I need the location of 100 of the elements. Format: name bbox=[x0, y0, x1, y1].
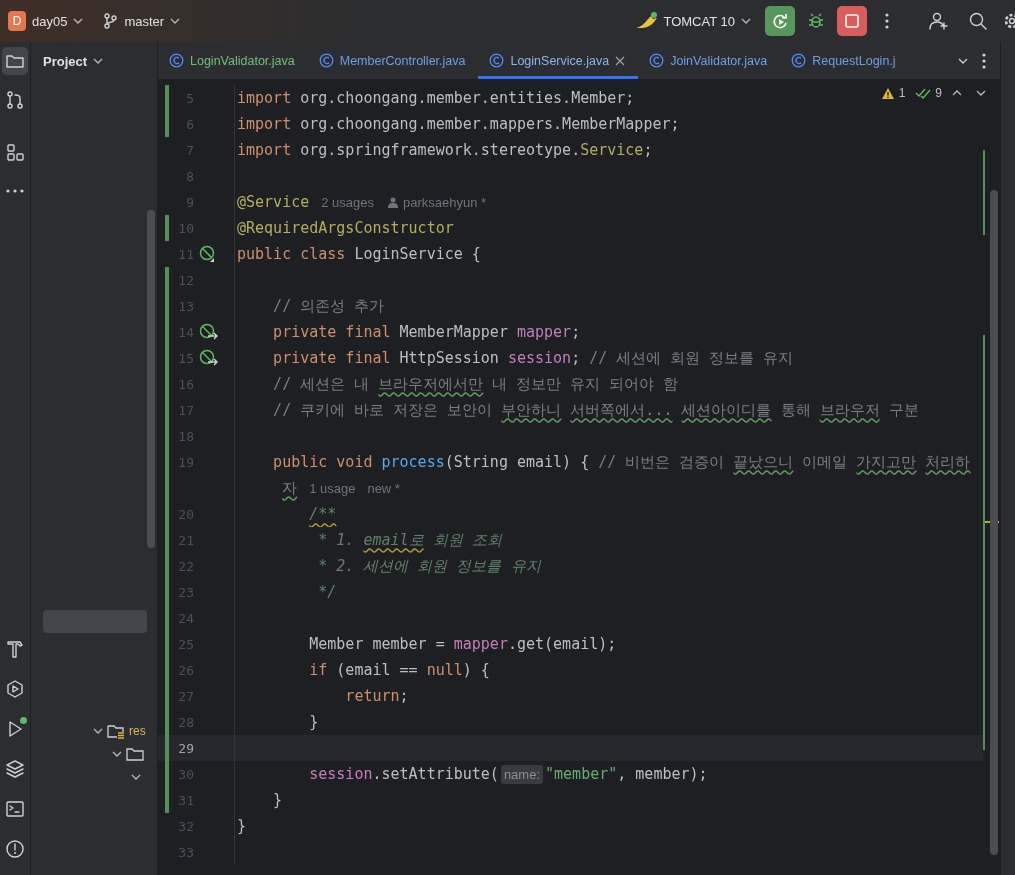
class-icon bbox=[489, 53, 505, 68]
panel-title[interactable]: Project bbox=[43, 53, 88, 69]
author-hint[interactable]: parksaehyun * bbox=[403, 194, 487, 210]
code-line: private final MemberMapper mapper; bbox=[273, 323, 581, 341]
change-marker[interactable] bbox=[165, 397, 169, 423]
run-configuration[interactable]: TOMCAT 10 bbox=[663, 13, 735, 29]
scrollbar-thumb[interactable] bbox=[990, 190, 998, 855]
weak-warning-count[interactable]: 9 bbox=[935, 86, 942, 100]
check-icon[interactable] bbox=[915, 87, 932, 99]
chevron-icon[interactable] bbox=[93, 727, 103, 734]
editor-tab[interactable]: RequestLogin.j bbox=[780, 42, 909, 79]
scrollbar-thumb[interactable] bbox=[147, 210, 155, 548]
code-line: 자 bbox=[282, 478, 298, 498]
branch-name[interactable]: master bbox=[124, 13, 165, 29]
change-marker[interactable] bbox=[165, 579, 169, 605]
code-line: public void process(String email) { // 비번은 검증이 끝났으니 이메일 가지고만 처리하 bbox=[273, 452, 971, 472]
editor-tab[interactable]: LoginService.java bbox=[478, 42, 639, 79]
inlay-hint[interactable]: 2 usages bbox=[321, 194, 374, 210]
rerun-icon bbox=[771, 12, 789, 30]
person-icon bbox=[388, 196, 398, 208]
change-marker[interactable] bbox=[165, 267, 169, 293]
chevron-icon[interactable] bbox=[93, 58, 104, 64]
change-marker[interactable] bbox=[165, 319, 169, 345]
change-marker[interactable] bbox=[165, 345, 169, 371]
folder-icon bbox=[107, 722, 125, 739]
code-line: import org.springframework.stereotype.Service; bbox=[237, 141, 653, 159]
editor-tab[interactable]: JoinValidator.java bbox=[638, 42, 781, 79]
branches-icon bbox=[5, 90, 25, 110]
change-marker[interactable] bbox=[165, 215, 169, 241]
bean-arrow-icon[interactable] bbox=[199, 349, 219, 367]
change-marker[interactable] bbox=[165, 605, 169, 631]
change-marker[interactable] bbox=[165, 293, 169, 319]
code-line: @RequiredArgsConstructor bbox=[237, 219, 454, 237]
change-marker[interactable] bbox=[165, 449, 169, 475]
project-badge: D bbox=[8, 11, 26, 31]
bug-icon[interactable] bbox=[807, 12, 825, 30]
class-icon bbox=[318, 53, 334, 68]
code-line: } bbox=[309, 713, 319, 731]
code-line: * 1. email로 회원 조회 bbox=[318, 530, 502, 550]
chevron-icon[interactable] bbox=[170, 18, 181, 24]
code-line: public class LoginService { bbox=[237, 245, 481, 263]
settings-icon[interactable] bbox=[1003, 12, 1015, 30]
warning-circle-icon bbox=[5, 839, 25, 859]
change-marker[interactable] bbox=[165, 709, 169, 735]
change-marker[interactable] bbox=[165, 371, 169, 397]
code-line: if (email == null) { bbox=[309, 661, 490, 679]
line-number: 29 bbox=[177, 740, 194, 756]
change-marker[interactable] bbox=[165, 111, 169, 137]
change-marker[interactable] bbox=[165, 501, 169, 527]
stop-icon bbox=[844, 13, 860, 29]
code-line: import org.choongang.member.mappers.MemberMapper; bbox=[237, 115, 680, 133]
more-icon[interactable] bbox=[982, 52, 986, 69]
add-user-icon[interactable] bbox=[929, 12, 949, 30]
change-marker[interactable] bbox=[165, 631, 169, 657]
change-marker[interactable] bbox=[165, 423, 169, 449]
editor-tab[interactable]: LoginValidator.java bbox=[158, 42, 308, 79]
code-line: } bbox=[273, 791, 283, 809]
previous-icon[interactable] bbox=[952, 90, 962, 96]
folder-tool-button[interactable] bbox=[2, 47, 28, 75]
change-marker[interactable] bbox=[165, 735, 169, 761]
change-marker[interactable] bbox=[165, 683, 169, 709]
layers-icon bbox=[5, 759, 25, 779]
code-line: session.setAttribute( bbox=[309, 765, 499, 783]
stop-button[interactable] bbox=[837, 6, 867, 36]
rerun-button[interactable] bbox=[765, 6, 795, 36]
code-line: */ bbox=[318, 583, 337, 601]
change-marker[interactable] bbox=[165, 657, 169, 683]
warning-icon[interactable] bbox=[880, 86, 895, 100]
code-line: "member", member); bbox=[545, 765, 708, 783]
change-marker[interactable] bbox=[165, 761, 169, 787]
more-icon bbox=[5, 189, 25, 193]
next-icon[interactable] bbox=[976, 90, 986, 96]
inlay-hint[interactable]: new * bbox=[367, 480, 400, 496]
tree-item-label[interactable]: res bbox=[129, 723, 146, 738]
code-line: import org.choongang.member.entities.Member; bbox=[237, 89, 635, 107]
branch-icon[interactable] bbox=[103, 13, 118, 29]
change-marker[interactable] bbox=[165, 527, 169, 553]
chevron-icon[interactable] bbox=[741, 18, 751, 24]
chevron-icon[interactable] bbox=[958, 57, 968, 64]
folder-icon bbox=[126, 745, 144, 762]
chevron-icon[interactable] bbox=[131, 773, 141, 780]
project-name[interactable]: day05 bbox=[32, 13, 68, 29]
chevron-icon[interactable] bbox=[112, 750, 122, 757]
inlay-hint[interactable]: 1 usage bbox=[309, 480, 356, 496]
change-marker[interactable] bbox=[165, 787, 169, 813]
change-marker[interactable] bbox=[165, 553, 169, 579]
structure-icon bbox=[5, 142, 25, 162]
more-icon[interactable] bbox=[885, 13, 889, 29]
bean-arrow-icon[interactable] bbox=[199, 323, 219, 341]
search-icon[interactable] bbox=[969, 12, 987, 30]
code-line: } bbox=[237, 817, 247, 835]
parameter-hint: name: bbox=[500, 764, 544, 784]
warning-count[interactable]: 1 bbox=[898, 86, 906, 100]
editor-tab[interactable]: MemberController.java bbox=[307, 42, 479, 79]
code-line: Member member = mapper.get(email); bbox=[309, 635, 617, 653]
code-line: * 2. 세션에 회원 정보를 유지 bbox=[318, 556, 541, 576]
code-line: private final HttpSession session; // 세션에 회원 정보를 유지 bbox=[273, 348, 794, 368]
change-marker[interactable] bbox=[165, 85, 169, 111]
close-icon[interactable] bbox=[615, 55, 626, 66]
chevron-icon[interactable] bbox=[73, 18, 84, 24]
